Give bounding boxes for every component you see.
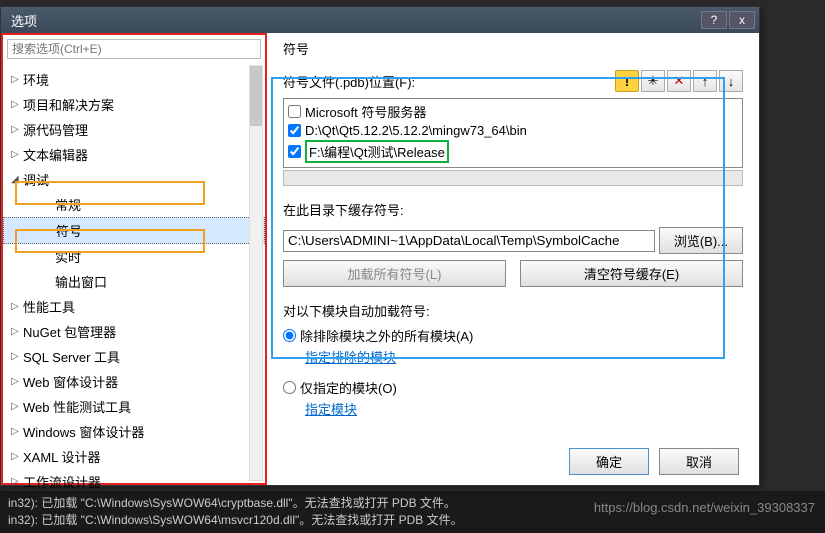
search-input[interactable]: [7, 39, 261, 59]
chevron-icon: ▷: [11, 476, 19, 487]
chevron-icon: ▷: [11, 124, 19, 135]
tree-item-label: 文本编辑器: [23, 145, 88, 164]
load-all-button[interactable]: 加载所有符号(L): [283, 260, 506, 287]
tree-item-label: 性能工具: [23, 297, 75, 316]
tree-item[interactable]: ▷ Web 性能测试工具: [3, 394, 265, 419]
ok-button[interactable]: 确定: [569, 448, 649, 475]
locations-scrollbar[interactable]: [283, 170, 743, 186]
tree-item[interactable]: ◢ 调试: [3, 167, 265, 192]
chevron-icon: ◢: [11, 174, 19, 185]
clear-cache-button[interactable]: 清空符号缓存(E): [520, 260, 743, 287]
options-dialog: 选项 ? x ▷环境▷项目和解决方案▷源代码管理▷文本编辑器◢调试常规符号实时输…: [0, 6, 760, 486]
tree-item-label: 工作流设计器: [23, 472, 101, 491]
tree-item-label: 环境: [23, 70, 49, 89]
move-down-button[interactable]: ↓: [719, 70, 743, 92]
tree-item[interactable]: 输出窗口: [3, 269, 265, 294]
chevron-icon: ▷: [11, 301, 19, 312]
tree-item[interactable]: ▷ XAML 设计器: [3, 444, 265, 469]
tree-item[interactable]: ▷ Windows 窗体设计器: [3, 419, 265, 444]
radio-exclude-label: 除排除模块之外的所有模块(A): [300, 326, 473, 345]
location-text: D:\Qt\Qt5.12.2\5.12.2\mingw73_64\bin: [305, 123, 527, 138]
specify-excluded-link[interactable]: 指定排除的模块: [305, 347, 396, 366]
tree-item[interactable]: ▷ 源代码管理: [3, 117, 265, 142]
location-text: F:\编程\Qt测试\Release: [305, 140, 449, 163]
help-button[interactable]: ?: [701, 11, 727, 29]
tree-item-label: 调试: [23, 170, 49, 189]
tree-item-label: 符号: [56, 221, 82, 240]
tree-item-label: Web 窗体设计器: [23, 372, 118, 391]
cache-label: 在此目录下缓存符号:: [283, 200, 743, 219]
chevron-icon: ▷: [11, 401, 19, 412]
autoload-label: 对以下模块自动加载符号:: [283, 301, 743, 320]
tree-item[interactable]: ▷ 性能工具: [3, 294, 265, 319]
location-checkbox[interactable]: [288, 124, 301, 137]
move-up-button[interactable]: ↑: [693, 70, 717, 92]
tree-item-label: XAML 设计器: [23, 447, 101, 466]
locations-list: Microsoft 符号服务器 D:\Qt\Qt5.12.2\5.12.2\min…: [283, 98, 743, 168]
tree-item-label: 输出窗口: [55, 272, 107, 291]
main-panel: 符号 符号文件(.pdb)位置(F): ! ✳ ✕ ↑ ↓ Microsoft …: [267, 33, 759, 485]
tree-item-label: Web 性能测试工具: [23, 397, 131, 416]
panel-title: 符号: [283, 39, 743, 58]
category-sidebar: ▷ 环境 ▷ 项目和解决方案 ▷ 源代码管理 ▷ 文本编辑器 ◢ 调试常规符号实时输出窗口 ▷ 性能工…: [1, 33, 267, 485]
tree-item-label: Windows 窗体设计器: [23, 422, 144, 441]
delete-location-button[interactable]: ✕: [667, 70, 691, 92]
tree-item[interactable]: ▷ 环境: [3, 67, 265, 92]
radio-exclude[interactable]: [283, 329, 296, 342]
chevron-icon: ▷: [11, 451, 19, 462]
location-row[interactable]: Microsoft 符号服务器: [286, 101, 740, 122]
location-text: Microsoft 符号服务器: [305, 102, 426, 121]
tree-item-label: NuGet 包管理器: [23, 322, 116, 341]
cache-path-input[interactable]: [283, 230, 655, 252]
tree-item[interactable]: ▷ 文本编辑器: [3, 142, 265, 167]
tree-item[interactable]: ▷ 项目和解决方案: [3, 92, 265, 117]
location-checkbox[interactable]: [288, 105, 301, 118]
tree-item[interactable]: 实时: [3, 244, 265, 269]
tree-item[interactable]: ▷ NuGet 包管理器: [3, 319, 265, 344]
browse-button[interactable]: 浏览(B)...: [659, 227, 743, 254]
specify-modules-link[interactable]: 指定模块: [305, 399, 357, 418]
location-checkbox[interactable]: [288, 145, 301, 158]
locations-toolbar: ! ✳ ✕ ↑ ↓: [615, 70, 743, 92]
location-row[interactable]: F:\编程\Qt测试\Release: [286, 139, 740, 164]
tree-item-label: 常规: [55, 195, 81, 214]
tree-item[interactable]: ▷ SQL Server 工具: [3, 344, 265, 369]
tree-item[interactable]: 符号: [3, 217, 265, 244]
warning-icon[interactable]: !: [615, 70, 639, 92]
chevron-icon: ▷: [11, 74, 19, 85]
chevron-icon: ▷: [11, 326, 19, 337]
sidebar-scrollbar[interactable]: [249, 65, 263, 481]
tree-item-label: 实时: [55, 247, 81, 266]
tree-item[interactable]: 常规: [3, 192, 265, 217]
tree-item[interactable]: ▷ 工作流设计器: [3, 469, 265, 494]
dialog-title: 选项: [11, 11, 37, 30]
radio-only-label: 仅指定的模块(O): [300, 378, 397, 397]
location-row[interactable]: D:\Qt\Qt5.12.2\5.12.2\mingw73_64\bin: [286, 122, 740, 139]
chevron-icon: ▷: [11, 376, 19, 387]
tree-item-label: 项目和解决方案: [23, 95, 114, 114]
tree-item[interactable]: ▷ Web 窗体设计器: [3, 369, 265, 394]
titlebar: 选项 ? x: [1, 7, 759, 33]
watermark: https://blog.csdn.net/weixin_39308337: [594, 500, 815, 515]
radio-only[interactable]: [283, 381, 296, 394]
chevron-icon: ▷: [11, 149, 19, 160]
chevron-icon: ▷: [11, 426, 19, 437]
tree-item-label: SQL Server 工具: [23, 347, 120, 366]
new-location-button[interactable]: ✳: [641, 70, 665, 92]
locations-label: 符号文件(.pdb)位置(F):: [283, 72, 415, 91]
chevron-icon: ▷: [11, 99, 19, 110]
close-button[interactable]: x: [729, 11, 755, 29]
tree-item-label: 源代码管理: [23, 120, 88, 139]
cancel-button[interactable]: 取消: [659, 448, 739, 475]
chevron-icon: ▷: [11, 351, 19, 362]
category-tree: ▷ 环境 ▷ 项目和解决方案 ▷ 源代码管理 ▷ 文本编辑器 ◢ 调试常规符号实时输出窗口 ▷ 性能工…: [3, 63, 265, 498]
